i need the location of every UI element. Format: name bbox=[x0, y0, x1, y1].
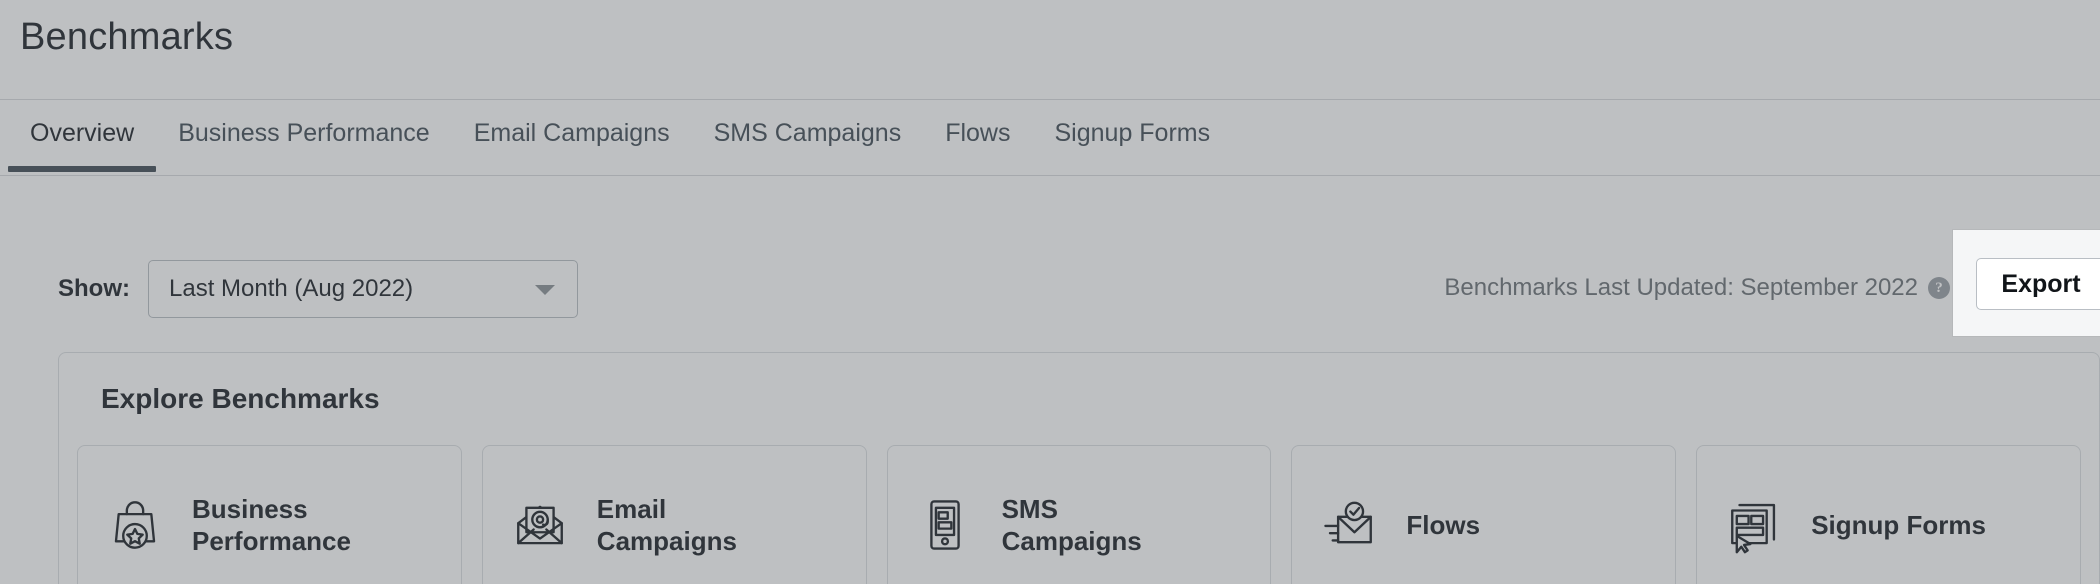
card-label: Email Campaigns bbox=[596, 494, 737, 556]
mobile-message-icon bbox=[914, 494, 976, 556]
tab-label: Business Performance bbox=[178, 119, 430, 147]
shopping-bag-star-icon bbox=[104, 494, 166, 556]
question-mark-icon[interactable]: ? bbox=[1928, 277, 1950, 299]
card-sms-campaigns[interactable]: SMS Campaigns bbox=[886, 445, 1272, 584]
date-range-control: Show: Last Month (Aug 2022) bbox=[58, 260, 578, 318]
explore-benchmarks-panel: Explore Benchmarks Business Performance bbox=[58, 352, 2100, 584]
tab-label: SMS Campaigns bbox=[713, 119, 902, 147]
card-signup-forms[interactable]: Signup Forms bbox=[1696, 445, 2081, 584]
tab-email-campaigns[interactable]: Email Campaigns bbox=[452, 101, 692, 176]
last-updated-group: Benchmarks Last Updated: September 2022 … bbox=[1444, 274, 1950, 302]
tab-signup-forms[interactable]: Signup Forms bbox=[1033, 101, 1233, 176]
card-business-performance[interactable]: Business Performance bbox=[77, 445, 462, 584]
tab-label: Email Campaigns bbox=[473, 119, 670, 147]
tab-label: Overview bbox=[30, 119, 135, 147]
form-cursor-icon bbox=[1723, 494, 1785, 556]
envelope-check-icon bbox=[1318, 494, 1380, 556]
tab-business-performance[interactable]: Business Performance bbox=[156, 101, 452, 176]
show-label: Show: bbox=[58, 275, 130, 302]
card-label: Signup Forms bbox=[1811, 510, 1986, 540]
page-header: Benchmarks bbox=[0, 0, 2100, 100]
card-email-campaigns[interactable]: Email Campaigns bbox=[481, 445, 867, 584]
tab-label: Flows bbox=[945, 119, 1011, 147]
tab-strip: Overview Business Performance Email Camp… bbox=[8, 101, 1232, 176]
tab-bar: Overview Business Performance Email Camp… bbox=[0, 101, 2100, 176]
tab-flows[interactable]: Flows bbox=[923, 101, 1032, 176]
toolbar: Show: Last Month (Aug 2022) Benchmarks L… bbox=[0, 176, 2100, 352]
panel-title: Explore Benchmarks bbox=[101, 383, 380, 414]
chevron-down-icon bbox=[535, 285, 555, 295]
card-flows[interactable]: Flows bbox=[1291, 445, 1677, 584]
benchmark-card-row: Business Performance Email Campaigns SMS… bbox=[77, 445, 2081, 584]
tab-sms-campaigns[interactable]: SMS Campaigns bbox=[692, 101, 924, 176]
last-updated-text: Benchmarks Last Updated: September 2022 bbox=[1444, 274, 1918, 301]
card-label: Flows bbox=[1406, 510, 1481, 540]
date-range-value: Last Month (Aug 2022) bbox=[169, 275, 414, 302]
card-label: Business Performance bbox=[192, 494, 351, 556]
date-range-select[interactable]: Last Month (Aug 2022) bbox=[148, 260, 578, 318]
tab-overview[interactable]: Overview bbox=[8, 101, 157, 176]
export-button[interactable]: Export bbox=[1976, 258, 2100, 310]
tab-label: Signup Forms bbox=[1054, 119, 1211, 147]
benchmarks-page: Benchmarks Overview Business Performance… bbox=[0, 0, 2100, 584]
envelope-at-icon bbox=[509, 494, 571, 556]
card-label: SMS Campaigns bbox=[1001, 494, 1142, 556]
page-title: Benchmarks bbox=[20, 16, 234, 58]
